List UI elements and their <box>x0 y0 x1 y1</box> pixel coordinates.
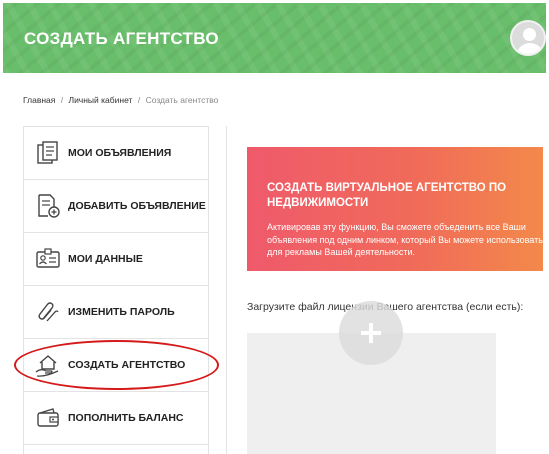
user-avatar-icon[interactable] <box>510 20 546 56</box>
sidebar-item-label: ПОПОЛНИТЬ БАЛАНС <box>68 412 184 424</box>
sidebar-item-label: МОИ ДАННЫЕ <box>68 253 143 265</box>
plus-icon[interactable] <box>339 301 403 365</box>
plus-vertical <box>369 323 373 343</box>
breadcrumb-cabinet[interactable]: Личный кабинет <box>68 95 132 105</box>
documents-icon <box>37 141 58 164</box>
breadcrumb: Главная / Личный кабинет / Создать агент… <box>23 95 218 105</box>
sidebar-item-top-up-balance[interactable]: ПОПОЛНИТЬ БАЛАНС <box>24 392 208 445</box>
promo-text: Активировав эту функцию, Вы сможете объе… <box>267 222 543 257</box>
page-header: СОЗДАТЬ АГЕНТСТВО <box>3 3 546 73</box>
promo-banner: СОЗДАТЬ ВИРТУАЛЬНОЕ АГЕНТСТВО ПО НЕДВИЖИ… <box>247 147 543 271</box>
content-divider <box>226 126 227 454</box>
sidebar-item-label: ИЗМЕНИТЬ ПАРОЛЬ <box>68 306 175 318</box>
sidebar-item-label: ДОБАВИТЬ ОБЪЯВЛЕНИЕ <box>68 200 206 212</box>
id-card-icon <box>36 248 60 268</box>
breadcrumb-home[interactable]: Главная <box>23 95 55 105</box>
breadcrumb-separator: / <box>137 95 141 105</box>
page-title: СОЗДАТЬ АГЕНТСТВО <box>24 29 219 48</box>
paperclip-icon <box>38 302 59 322</box>
wallet-icon <box>37 408 59 427</box>
sidebar-item-my-ads[interactable]: МОИ ОБЪЯВЛЕНИЯ <box>24 127 208 180</box>
sidebar-menu: МОИ ОБЪЯВЛЕНИЯ ДОБАВИТЬ ОБЪЯВЛЕНИЕ МОИ Д… <box>23 126 209 454</box>
add-document-icon <box>38 194 60 218</box>
breadcrumb-separator: / <box>60 95 64 105</box>
sidebar-item-label: МОИ ОБЪЯВЛЕНИЯ <box>68 147 172 159</box>
promo-title: СОЗДАТЬ ВИРТУАЛЬНОЕ АГЕНТСТВО ПО НЕДВИЖИ… <box>267 182 507 209</box>
avatar-head <box>523 28 536 41</box>
breadcrumb-current: Создать агентство <box>145 95 219 105</box>
sidebar-item-my-data[interactable]: МОИ ДАННЫЕ <box>24 233 208 286</box>
highlight-ellipse <box>14 340 219 390</box>
sidebar-item-add-ad[interactable]: ДОБАВИТЬ ОБЪЯВЛЕНИЕ <box>24 180 208 233</box>
sidebar-item-change-password[interactable]: ИЗМЕНИТЬ ПАРОЛЬ <box>24 286 208 339</box>
avatar-body <box>516 43 544 54</box>
